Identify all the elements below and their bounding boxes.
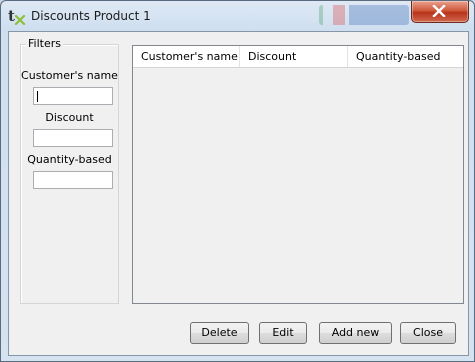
customer-name-filter-label: Customer's name <box>21 69 118 82</box>
filters-group: Customer's name Discount Quantity-based <box>20 44 119 304</box>
text-caret <box>37 91 38 102</box>
customer-name-filter-input[interactable] <box>34 88 112 104</box>
discount-filter-field[interactable] <box>33 129 113 147</box>
window-title: Discounts Product 1 <box>31 9 151 23</box>
discounts-grid[interactable]: Customer's name Discount Quantity-based <box>132 45 464 304</box>
add-new-button[interactable]: Add new <box>319 322 392 344</box>
filters-legend: Filters <box>26 37 63 50</box>
edit-button[interactable]: Edit <box>259 322 307 344</box>
svg-text:t: t <box>8 7 15 25</box>
dialog-client-area: Customer's name Discount Quantity-based … <box>8 31 469 356</box>
column-header-quantity-based[interactable]: Quantity-based <box>348 46 463 67</box>
delete-button[interactable]: Delete <box>190 322 249 344</box>
app-logo-icon: t <box>7 7 27 26</box>
close-icon <box>432 5 446 17</box>
customer-name-filter-field[interactable] <box>33 87 113 105</box>
quantity-based-filter-label: Quantity-based <box>27 153 112 166</box>
quantity-based-filter-input[interactable] <box>34 172 112 188</box>
quantity-based-filter-field[interactable] <box>33 171 113 189</box>
close-window-button[interactable] <box>411 1 469 23</box>
grid-header: Customer's name Discount Quantity-based <box>133 46 463 68</box>
discount-filter-input[interactable] <box>34 130 112 146</box>
close-button[interactable]: Close <box>400 322 456 344</box>
column-header-discount[interactable]: Discount <box>240 46 348 67</box>
background-window-controls <box>319 5 409 25</box>
discount-filter-label: Discount <box>45 111 94 124</box>
column-header-customer-name[interactable]: Customer's name <box>133 46 240 67</box>
title-bar[interactable]: t Discounts Product 1 <box>1 1 474 31</box>
dialog-window: t Discounts Product 1 Customer's name Di… <box>0 0 475 362</box>
